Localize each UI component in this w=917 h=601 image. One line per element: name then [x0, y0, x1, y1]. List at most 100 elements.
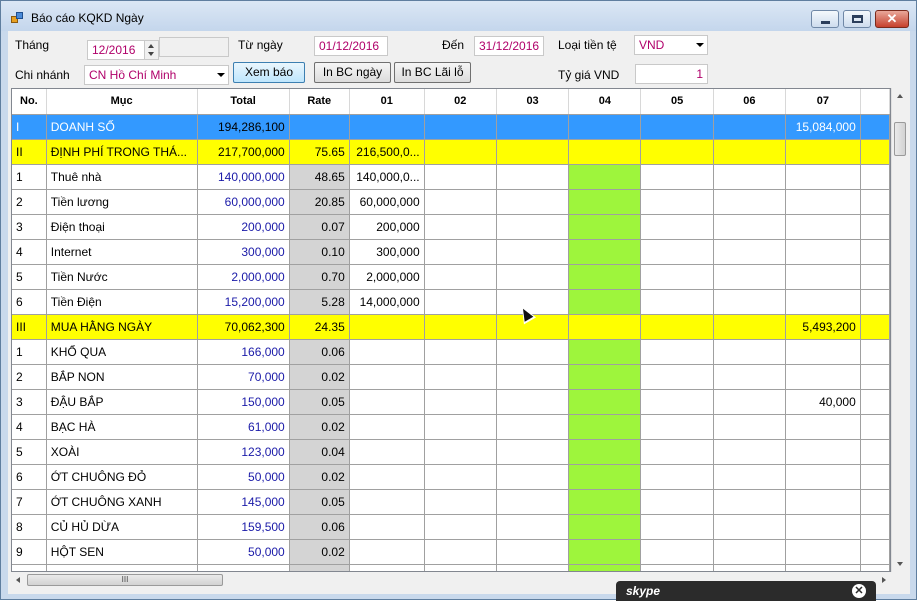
table-cell[interactable]: ĐẬU BẮP [46, 389, 198, 415]
table-cell[interactable] [424, 114, 497, 140]
column-header[interactable]: 03 [496, 89, 570, 115]
table-cell[interactable] [713, 289, 787, 315]
table-cell[interactable] [424, 189, 497, 215]
table-cell[interactable] [568, 489, 642, 515]
table-cell[interactable] [424, 464, 497, 490]
table-cell[interactable]: 15,084,000 [785, 114, 861, 140]
table-cell[interactable] [349, 314, 425, 340]
horizontal-scroll-thumb[interactable]: III [27, 574, 223, 586]
vertical-scroll-thumb[interactable] [894, 122, 906, 156]
table-cell[interactable] [713, 339, 787, 365]
table-cell[interactable] [785, 289, 861, 315]
table-cell[interactable] [424, 289, 497, 315]
table-cell[interactable]: HỘT SEN [46, 539, 198, 565]
table-cell[interactable]: 14,000,000 [349, 289, 425, 315]
table-cell[interactable]: 217,700,000 [197, 139, 290, 165]
table-cell[interactable]: 3 [12, 214, 47, 240]
table-cell[interactable] [496, 114, 570, 140]
table-cell[interactable] [496, 389, 570, 415]
table-cell[interactable] [640, 439, 714, 465]
table-cell[interactable] [713, 214, 787, 240]
table-cell[interactable] [785, 264, 861, 290]
column-header[interactable]: 06 [713, 89, 787, 115]
table-row[interactable]: 3 ĐẬU BẮP 150,000 0.05 40,000 [12, 389, 890, 415]
table-cell[interactable] [713, 239, 787, 265]
table-cell[interactable] [568, 214, 642, 240]
close-button[interactable]: ✕ [875, 10, 909, 28]
table-cell[interactable] [496, 489, 570, 515]
table-cell[interactable]: 159,500 [197, 514, 290, 540]
column-header[interactable]: No. [12, 89, 47, 115]
table-cell[interactable] [785, 539, 861, 565]
table-cell[interactable] [640, 414, 714, 440]
table-cell[interactable]: 70,000 [197, 364, 290, 390]
table-cell[interactable]: 5 [12, 264, 47, 290]
table-cell[interactable] [640, 314, 714, 340]
table-cell[interactable] [713, 164, 787, 190]
table-cell[interactable]: 300,000 [349, 239, 425, 265]
table-cell[interactable] [496, 514, 570, 540]
table-row[interactable]: II ĐỊNH PHÍ TRONG THÁ... 217,700,000 75.65 2… [12, 139, 890, 165]
table-cell[interactable]: ỚT CHUÔNG XANH [46, 489, 198, 515]
table-row[interactable]: 3 Điện thoại 200,000 0.07 200,000 [12, 214, 890, 240]
table-cell[interactable]: 0.05 [289, 389, 350, 415]
table-cell[interactable] [713, 314, 787, 340]
table-cell[interactable] [640, 239, 714, 265]
column-header[interactable]: Total [197, 89, 290, 115]
table-cell[interactable] [568, 189, 642, 215]
column-header[interactable]: 01 [349, 89, 425, 115]
table-cell[interactable]: III [12, 314, 47, 340]
table-cell[interactable]: 0.02 [289, 364, 350, 390]
table-cell[interactable]: 50,000 [197, 464, 290, 490]
table-cell[interactable]: Tiền lương [46, 189, 198, 215]
table-cell[interactable]: 50,000 [197, 539, 290, 565]
table-cell[interactable] [349, 389, 425, 415]
table-cell[interactable]: 0.02 [289, 464, 350, 490]
table-cell[interactable] [568, 289, 642, 315]
table-cell[interactable] [713, 439, 787, 465]
table-cell[interactable] [496, 264, 570, 290]
table-cell[interactable]: MUA HẰNG NGÀY [46, 314, 198, 340]
table-row[interactable]: III MUA HẰNG NGÀY 70,062,300 24.35 5,493,200 [12, 314, 890, 340]
table-cell[interactable]: 9 [12, 539, 47, 565]
in-bc-ngay-button[interactable]: In BC ngày [314, 62, 391, 83]
table-cell[interactable]: 200,000 [197, 214, 290, 240]
table-cell[interactable] [713, 389, 787, 415]
table-cell[interactable] [568, 514, 642, 540]
table-cell[interactable] [568, 389, 642, 415]
table-cell[interactable] [785, 564, 861, 571]
table-row[interactable]: 9 HỘT SEN 50,000 0.02 [12, 539, 890, 565]
table-cell[interactable]: CỦ HỦ DỪA [46, 514, 198, 540]
table-row[interactable]: I DOANH SỐ 194,286,100 15,084,000 [12, 114, 890, 140]
table-cell[interactable]: 140,000,0... [349, 164, 425, 190]
table-cell[interactable] [785, 439, 861, 465]
table-cell[interactable]: 70,062,300 [197, 314, 290, 340]
thang-picker[interactable]: 12/2016 [87, 40, 159, 60]
column-header[interactable]: Mục [46, 89, 198, 115]
table-cell[interactable] [568, 539, 642, 565]
table-cell[interactable] [424, 539, 497, 565]
table-cell[interactable]: 8 [12, 514, 47, 540]
table-cell[interactable] [424, 414, 497, 440]
table-cell[interactable]: 123,000 [197, 439, 290, 465]
maximize-button[interactable] [843, 10, 871, 28]
table-cell[interactable]: ỚT CHUÔNG ĐỎ [46, 464, 198, 490]
ty-gia-input[interactable]: 1 [635, 64, 708, 84]
table-cell[interactable] [424, 564, 497, 571]
table-cell[interactable] [785, 514, 861, 540]
table-cell[interactable] [424, 164, 497, 190]
table-cell[interactable]: 2,000,000 [349, 264, 425, 290]
table-cell[interactable] [349, 539, 425, 565]
table-cell[interactable] [496, 239, 570, 265]
table-cell[interactable] [568, 439, 642, 465]
table-cell[interactable] [424, 489, 497, 515]
table-cell[interactable] [289, 114, 350, 140]
table-cell[interactable]: II [12, 139, 47, 165]
tu-ngay-input[interactable]: 01/12/2016 [314, 36, 388, 56]
column-header[interactable]: 02 [424, 89, 497, 115]
table-cell[interactable] [197, 564, 290, 571]
table-row[interactable]: 1 Thuê nhà 140,000,000 48.65 140,000,0... [12, 164, 890, 190]
table-cell[interactable] [785, 164, 861, 190]
table-cell[interactable] [424, 214, 497, 240]
table-cell[interactable] [785, 139, 861, 165]
